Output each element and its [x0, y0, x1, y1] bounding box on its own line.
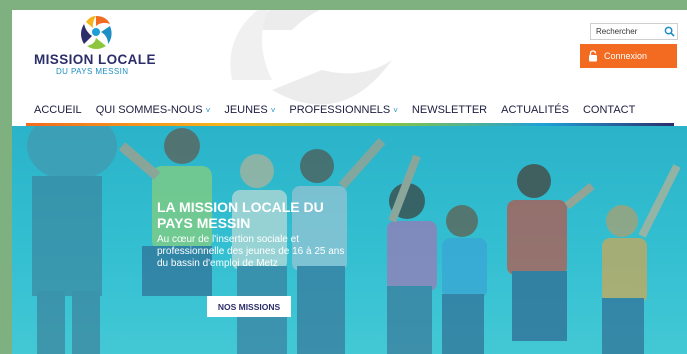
nav-item-professionnels[interactable]: PROFESSIONNELS ˅ [289, 104, 398, 116]
hero-title: LA MISSION LOCALE DU PAYS MESSIN [157, 199, 324, 231]
lock-icon [589, 50, 597, 62]
nav-item-accueil[interactable]: ACCUEIL [34, 104, 82, 116]
nav-item-label: CONTACT [582, 104, 636, 116]
nav-item-label: PROFESSIONNELS [289, 104, 391, 116]
search-icon[interactable] [664, 26, 675, 37]
logo-mark-icon[interactable] [76, 12, 116, 52]
hero-photo-jumping-youths [27, 126, 681, 354]
hero-text: Au cœur de l'insertion sociale et profes… [157, 234, 345, 269]
chevron-down-icon: ˅ [270, 105, 276, 115]
login-button[interactable]: Connexion [580, 44, 677, 68]
window-frame-top [0, 0, 687, 10]
nav-item-qui-sommes-nous[interactable]: QUI SOMMES-NOUS ˅ [96, 104, 211, 116]
brand-title[interactable]: MISSION LOCALE [34, 52, 156, 67]
nav-item-newsletter[interactable]: NEWSLETTER [412, 104, 487, 116]
login-label: Connexion [604, 51, 648, 61]
nav-item-contact[interactable]: CONTACT [583, 104, 635, 116]
nav-item-label: ACTUALITÉS [501, 104, 569, 116]
nos-missions-button[interactable]: NOS MISSIONS [207, 296, 291, 317]
chevron-down-icon: ˅ [205, 105, 211, 115]
nav-item-label: NEWSLETTER [411, 104, 488, 116]
hero-banner: LA MISSION LOCALE DU PAYS MESSIN Au cœur… [12, 126, 687, 354]
brand-subtitle[interactable]: DU PAYS MESSIN [56, 67, 128, 76]
main-nav: ACCUEIL QUI SOMMES-NOUS ˅ JEUNES ˅ PROFE… [34, 104, 649, 116]
search-box [590, 23, 678, 40]
chevron-down-icon: ˅ [393, 105, 398, 115]
nav-item-jeunes[interactable]: JEUNES ˅ [224, 104, 275, 116]
search-input[interactable] [591, 24, 661, 39]
nav-item-label: JEUNES [224, 104, 268, 116]
nav-item-label: ACCUEIL [34, 104, 82, 116]
nav-item-label: QUI SOMMES-NOUS [95, 104, 203, 116]
nav-item-actualites[interactable]: ACTUALITÉS [501, 104, 569, 116]
site-page: MISSION LOCALE DU PAYS MESSIN Connexion … [12, 10, 687, 354]
window-frame-left [0, 0, 12, 354]
